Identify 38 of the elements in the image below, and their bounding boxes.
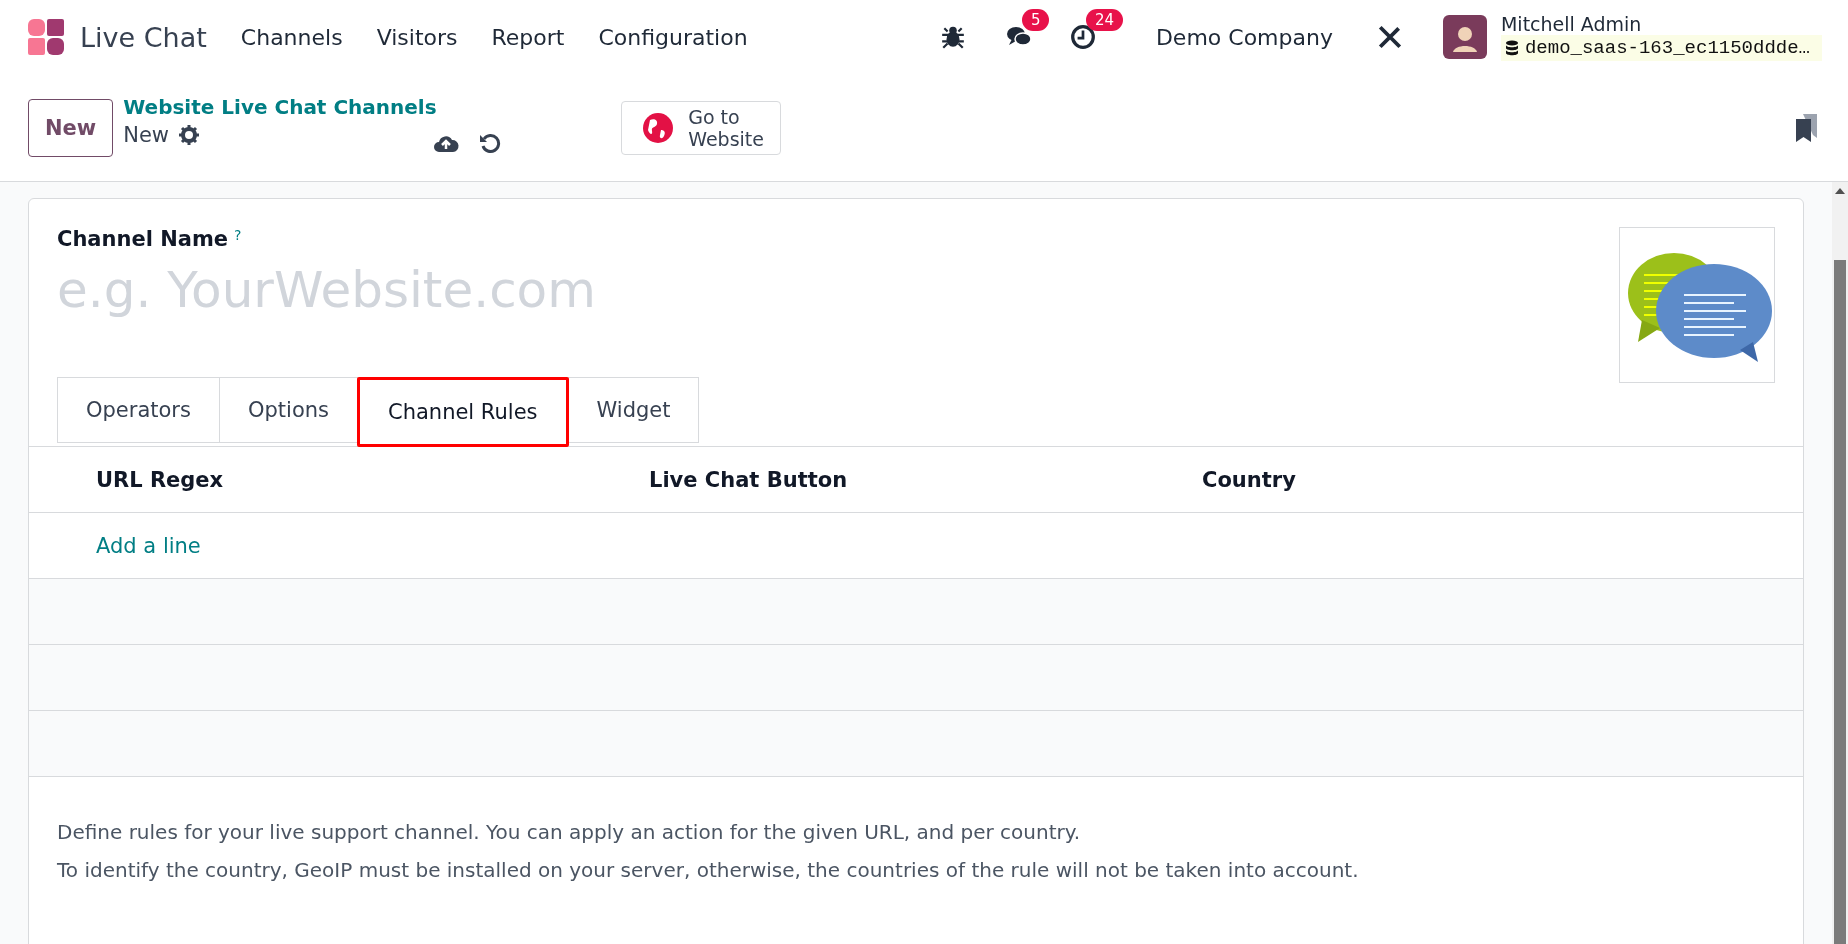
field-label: Channel Name: [57, 227, 229, 251]
app-logo-icon: [26, 17, 66, 57]
menu-item[interactable]: Visitors: [376, 24, 458, 50]
column-header[interactable]: Country: [1202, 467, 1803, 492]
scrollbar[interactable]: [1832, 182, 1848, 944]
new-button[interactable]: New: [28, 98, 114, 157]
user-name[interactable]: Mitchell Admin: [1500, 13, 1822, 35]
user-avatar[interactable]: [1442, 15, 1487, 59]
chat-bubbles-image[interactable]: [1619, 227, 1775, 383]
help-text: Define rules for your live support channel. You can apply an action for the given URL, and per country.: [57, 819, 1082, 846]
menu-item[interactable]: Configuration: [598, 24, 748, 50]
form-tab[interactable]: Options: [218, 377, 358, 443]
undo-icon[interactable]: [479, 131, 502, 154]
form-tab[interactable]: Widget: [567, 377, 700, 443]
column-header[interactable]: URL Regex: [96, 467, 649, 492]
record-name: New: [123, 122, 170, 147]
breadcrumb-link[interactable]: Website Live Chat Channels: [123, 94, 434, 119]
settings-icon[interactable]: [179, 124, 200, 145]
column-header[interactable]: Live Chat Button: [649, 467, 1202, 492]
menu-item[interactable]: Channels: [240, 24, 343, 50]
database-name: demo_saas-163_ec1150ddde…: [1500, 35, 1822, 61]
company-name[interactable]: Demo Company: [1155, 24, 1333, 50]
add-line-link[interactable]: Add a line: [96, 533, 649, 558]
bug-icon[interactable]: [939, 24, 966, 50]
globe-icon: [642, 111, 675, 144]
tools-icon[interactable]: [1376, 24, 1403, 50]
go-to-website-button[interactable]: Go to Website: [621, 100, 782, 155]
help-tooltip-mark[interactable]: ?: [234, 227, 242, 243]
message-count-badge: 5: [1021, 9, 1050, 31]
database-icon: [1504, 40, 1519, 56]
bookmark-icon[interactable]: [1794, 112, 1820, 143]
form-tab[interactable]: Channel Rules: [357, 377, 569, 447]
form-tab[interactable]: Operators: [57, 377, 220, 443]
help-text: To identify the country, GeoIP must be installed on your server, otherwise, the countries of the rule will not be taken into account.: [57, 857, 1360, 884]
activity-count-badge: 24: [1085, 9, 1123, 31]
app-name[interactable]: Live Chat: [80, 21, 207, 53]
menu-item[interactable]: Report: [491, 24, 565, 50]
clock-icon[interactable]: [1069, 24, 1096, 50]
